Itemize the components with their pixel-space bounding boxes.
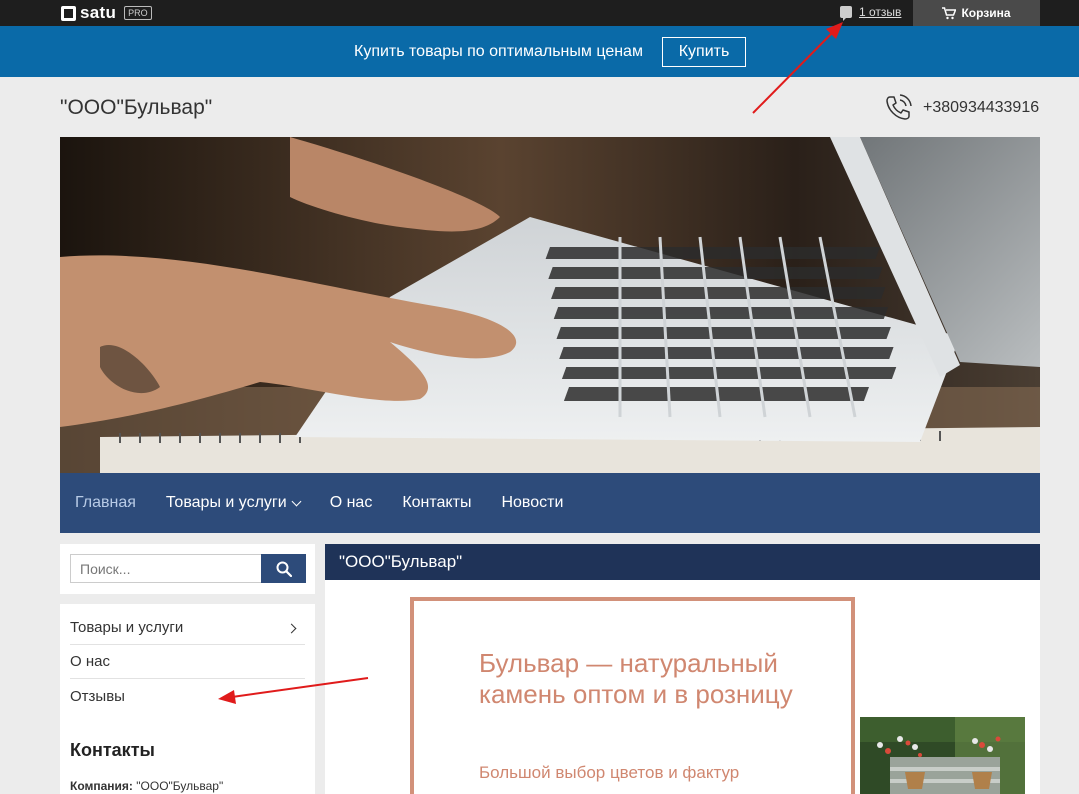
- sidebar-item-label: О нас: [70, 653, 110, 670]
- sidebar-item-products[interactable]: Товары и услуги: [70, 611, 305, 645]
- nav-item-label: Товары и услуги: [165, 494, 287, 511]
- promo-bar: Купить товары по оптимальным ценам Купит…: [0, 26, 1079, 77]
- phone-block[interactable]: +380934433916: [883, 93, 1039, 123]
- hero-image: [60, 137, 1040, 473]
- main-nav: Главная Товары и услуги О нас Контакты Н…: [60, 473, 1040, 533]
- cart-button[interactable]: Корзина: [913, 0, 1040, 26]
- pro-badge: PRO: [124, 6, 152, 20]
- cart-label: Корзина: [961, 6, 1011, 20]
- promo-card: Бульвар — натуральный камень оптом и в р…: [410, 597, 855, 794]
- nav-item-home[interactable]: Главная: [75, 494, 136, 512]
- promo-card-subtitle: Большой выбор цветов и фактур: [479, 763, 740, 782]
- promo-card-title: Бульвар — натуральный камень оптом и в р…: [479, 648, 793, 709]
- company-label: Компания:: [70, 779, 133, 793]
- top-bar: satu PRO 1 отзыв Корзина: [0, 0, 1079, 26]
- sidebar-menu: Товары и услуги О нас Отзывы Контакты Ко…: [60, 604, 315, 794]
- chevron-down-icon: [291, 496, 302, 506]
- buy-button[interactable]: Купить: [662, 37, 746, 67]
- sidebar-item-about[interactable]: О нас: [70, 645, 305, 679]
- nav-item-products[interactable]: Товары и услуги: [165, 494, 302, 512]
- hero-slider[interactable]: [60, 137, 1040, 473]
- satu-logo[interactable]: satu PRO: [61, 4, 152, 22]
- garden-thumbnail[interactable]: [860, 717, 1025, 794]
- phone-icon: [886, 94, 912, 120]
- reviews-link-group[interactable]: 1 отзыв: [840, 5, 901, 21]
- contacts-company: Компания: "ООО"Бульвар": [70, 779, 223, 793]
- search-input[interactable]: [70, 554, 262, 583]
- comment-icon: [840, 6, 852, 21]
- nav-item-contacts[interactable]: Контакты: [402, 494, 471, 512]
- search-icon: [276, 561, 292, 577]
- nav-item-news[interactable]: Новости: [501, 494, 563, 512]
- chevron-right-icon: [286, 623, 297, 634]
- search-panel: [60, 544, 315, 594]
- cart-icon: [942, 6, 957, 19]
- garden-image: [860, 717, 1025, 794]
- logo-text: satu: [80, 3, 117, 22]
- company-name[interactable]: "ООО"Бульвар": [60, 96, 212, 120]
- reviews-link[interactable]: 1 отзыв: [859, 5, 901, 19]
- main-content: Бульвар — натуральный камень оптом и в р…: [325, 580, 1040, 794]
- sidebar-item-reviews[interactable]: Отзывы: [70, 679, 305, 713]
- sidebar-item-label: Отзывы: [70, 687, 125, 705]
- sidebar-item-label: Товары и услуги: [70, 619, 184, 636]
- phone-number: +380934433916: [923, 99, 1040, 116]
- nav-item-about[interactable]: О нас: [330, 494, 373, 512]
- contacts-heading: Контакты: [70, 740, 155, 760]
- promo-text: Купить товары по оптимальным ценам: [354, 43, 643, 60]
- logo-square-icon: [61, 5, 76, 21]
- search-button[interactable]: [261, 554, 306, 583]
- company-value: "ООО"Бульвар": [136, 779, 224, 793]
- main-title: "ООО"Бульвар": [325, 544, 1040, 580]
